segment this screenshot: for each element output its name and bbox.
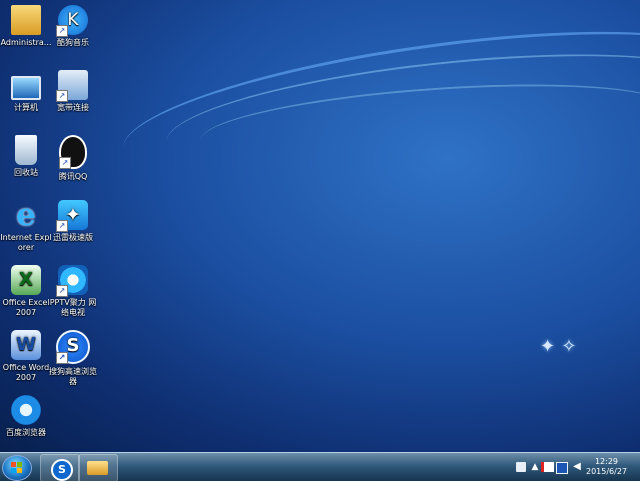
desktop-icon-label: 百度浏览器 [6,428,46,437]
desktop-icon-kugou-music[interactable]: K ↗ 酷狗音乐 [47,5,99,48]
desktop-icon-excel[interactable]: X Office Excel 2007 [0,265,52,318]
desktop-icon-label: 计算机 [14,103,38,112]
desktop-icon-baidu-browser[interactable]: 百度浏览器 [0,395,52,438]
desktop-icon-tencent-qq[interactable]: ↗ 腾讯QQ [47,135,99,182]
action-center-flag-icon[interactable] [541,462,554,472]
clock-date: 2015/6/27 [585,467,628,476]
network-icon[interactable] [556,462,568,474]
start-button[interactable] [2,455,32,481]
desktop-icon-internet-explorer[interactable]: e Internet Explorer [0,200,52,253]
desktop-icon-label: 酷狗音乐 [57,38,89,47]
desktop-icon-recycle-bin[interactable]: 回收站 [0,135,52,178]
desktop-icon-pptv[interactable]: ↗ PPTV聚力 网络电视 [47,265,99,318]
internet-explorer-icon: e [16,197,36,233]
excel-icon: X [11,265,41,295]
clock-time: 12:29 [594,457,619,466]
network-connection-icon: ↗ [56,70,88,102]
qq-penguin-icon: ↗ [59,135,87,169]
baidu-browser-icon [11,395,41,425]
taskbar: S ▲ ◀ 12:29 2015/6/27 [0,452,640,482]
show-hidden-icons-icon[interactable]: ▲ [530,462,540,472]
computer-icon [11,76,41,100]
desktop-icon-label: 搜狗高速浏览器 [49,367,97,386]
desktop-icon-label: PPTV聚力 网络电视 [49,298,97,317]
shortcut-arrow-icon: ↗ [56,25,68,37]
desktop-icon-administrator[interactable]: Administra... [0,5,52,48]
shortcut-arrow-icon: ↗ [56,220,68,232]
kugou-music-icon: K ↗ [56,5,88,37]
desktop-icon-label: Administra... [0,38,52,47]
desktop-icon-label: Office Excel 2007 [2,298,50,317]
sogou-browser-icon: S ↗ [56,330,90,364]
desktop-icon-label: 迅雷极速版 [53,233,93,242]
shortcut-arrow-icon: ↗ [56,352,68,364]
volume-icon[interactable]: ◀ [572,462,582,472]
file-explorer-icon [87,461,108,475]
word-icon: W [11,330,41,360]
wallpaper-logo-mark: ✦ ✧ [540,336,577,357]
keyboard-icon[interactable] [516,462,526,472]
desktop-icon-label: 腾讯QQ [58,172,88,181]
desktop-icon-xunlei[interactable]: ✦ ↗ 迅雷极速版 [47,200,99,243]
desktop-icon-label: Internet Explorer [0,233,52,252]
recycle-bin-icon [15,135,37,165]
shortcut-arrow-icon: ↗ [59,157,71,169]
desktop-icon-label: 回收站 [14,168,38,177]
desktop-icon-broadband-connection[interactable]: ↗ 宽带连接 [47,70,99,113]
taskbar-clock[interactable]: 12:29 2015/6/27 [584,457,629,477]
shortcut-arrow-icon: ↗ [56,90,68,102]
shortcut-arrow-icon: ↗ [56,285,68,297]
desktop-icon-word[interactable]: W Office Word 2007 [0,330,52,383]
desktop-background[interactable]: Administra... K ↗ 酷狗音乐 计算机 ↗ 宽带连接 回收站 ↗ [0,0,640,452]
xunlei-bird-icon: ✦ ↗ [56,200,88,232]
pptv-icon: ↗ [56,265,88,297]
desktop-icon-label: 宽带连接 [57,103,89,112]
sogou-browser-icon: S [51,459,73,481]
desktop-icon-computer[interactable]: 计算机 [0,70,52,113]
desktop-icon-label: Office Word 2007 [2,363,50,382]
system-tray: ▲ ◀ 12:29 2015/6/27 [494,453,634,481]
windows-start-icon [11,462,23,474]
user-folder-icon [11,5,41,35]
taskbar-file-explorer-button[interactable] [78,454,118,482]
desktop-icon-sogou-browser[interactable]: S ↗ 搜狗高速浏览器 [47,330,99,387]
taskbar-sogou-browser-button[interactable]: S [40,454,80,482]
